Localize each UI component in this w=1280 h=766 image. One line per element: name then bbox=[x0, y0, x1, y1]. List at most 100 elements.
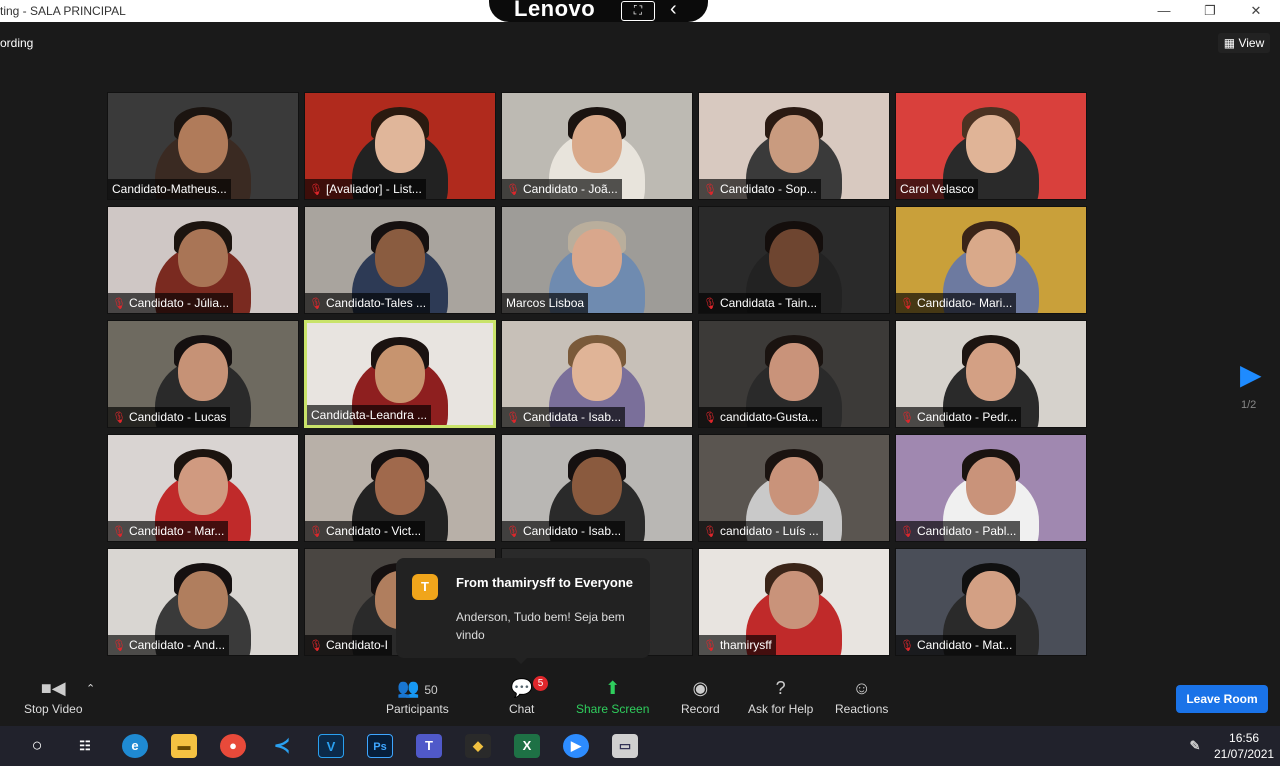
video-tile[interactable]: Marcos Lisboa bbox=[501, 206, 693, 314]
muted-mic-icon: 🎙 bbox=[703, 526, 717, 538]
video-tile[interactable]: 🎙 Candidato - Joã... bbox=[501, 92, 693, 200]
participant-name: thamirysff bbox=[719, 638, 772, 652]
system-clock[interactable]: 16:56 21/07/2021 bbox=[1214, 730, 1274, 762]
video-tile[interactable]: 🎙 [Avaliador] - List... bbox=[304, 92, 496, 200]
participant-name-label: Carol Velasco bbox=[896, 179, 979, 199]
git-icon[interactable]: ◆ bbox=[465, 734, 491, 758]
v-app-icon[interactable]: V bbox=[318, 734, 344, 758]
teams-icon[interactable]: T bbox=[416, 734, 442, 758]
cortana-icon[interactable]: ○ bbox=[24, 734, 50, 758]
vscode-icon[interactable]: ≺ bbox=[269, 734, 295, 758]
video-tile[interactable]: 🎙 Candidato - Pedr... bbox=[895, 320, 1087, 428]
pen-icon[interactable]: ✎ bbox=[1182, 734, 1208, 758]
participant-face bbox=[769, 229, 819, 287]
ask-for-help-button[interactable]: ? Ask for Help bbox=[748, 678, 813, 716]
record-button[interactable]: ◉ Record bbox=[681, 678, 720, 716]
video-tile[interactable]: 🎙 Candidato - Sop... bbox=[698, 92, 890, 200]
view-button[interactable]: ▦ View bbox=[1218, 33, 1270, 53]
close-button[interactable]: ✕ bbox=[1233, 0, 1279, 22]
participant-name-label: 🎙 Candidato - Lucas bbox=[108, 407, 231, 427]
muted-mic-icon: 🎙 bbox=[900, 526, 914, 538]
video-tile[interactable]: 🎙 Candidato - Isab... bbox=[501, 434, 693, 542]
muted-mic-icon: 🎙 bbox=[309, 184, 323, 196]
chat-button[interactable]: 💬 5 Chat bbox=[509, 676, 548, 716]
video-tile[interactable]: 🎙 Candidato- Mari... bbox=[895, 206, 1087, 314]
chevron-left-icon[interactable]: ‹ bbox=[670, 0, 677, 21]
muted-mic-icon: 🎙 bbox=[309, 298, 323, 310]
participant-face bbox=[572, 115, 622, 173]
photoshop-icon[interactable]: Ps bbox=[367, 734, 393, 758]
video-tile[interactable]: Carol Velasco bbox=[895, 92, 1087, 200]
restore-button[interactable]: ❐ bbox=[1187, 0, 1233, 22]
participant-name: Marcos Lisboa bbox=[506, 296, 585, 310]
chrome-icon[interactable]: ● bbox=[220, 734, 246, 758]
participant-name-label: 🎙 Candidato - Mar... bbox=[108, 521, 229, 541]
video-tile[interactable]: 🎙 candidato - Luís ... bbox=[698, 434, 890, 542]
video-tile[interactable]: 🎙 Candidato - Mat... bbox=[895, 548, 1087, 656]
participants-button[interactable]: 👥 50 Participants bbox=[386, 678, 449, 716]
reactions-label: Reactions bbox=[835, 702, 889, 716]
muted-mic-icon: 🎙 bbox=[112, 412, 126, 424]
participant-face bbox=[769, 457, 819, 515]
sender-avatar: T bbox=[412, 574, 438, 600]
chevron-up-icon: ⌃ bbox=[86, 683, 96, 695]
participant-name-label: 🎙 Candidato - Pedr... bbox=[896, 407, 1022, 427]
record-label: Record bbox=[681, 702, 720, 716]
video-tile[interactable]: 🎙 Candidato - And... bbox=[107, 548, 299, 656]
video-tile[interactable]: 🎙 Candidata - Isab... bbox=[501, 320, 693, 428]
excel-icon[interactable]: X bbox=[514, 734, 540, 758]
file-explorer-icon[interactable]: ▬ bbox=[171, 734, 197, 758]
share-overlay-icon[interactable]: ⛶ bbox=[621, 1, 655, 21]
minimize-button[interactable]: — bbox=[1141, 0, 1187, 22]
video-tile[interactable]: 🎙 Candidato - Pabl... bbox=[895, 434, 1087, 542]
participant-name: Candidato - Joã... bbox=[522, 182, 618, 196]
video-tile[interactable]: 🎙 Candidata - Tain... bbox=[698, 206, 890, 314]
ask-for-help-label: Ask for Help bbox=[748, 702, 814, 716]
participant-name-label: 🎙 Candidata - Isab... bbox=[502, 407, 626, 427]
video-tile[interactable]: 🎙 thamirysff bbox=[698, 548, 890, 656]
video-tile[interactable]: 🎙 Candidato-Tales ... bbox=[304, 206, 496, 314]
reactions-button[interactable]: ☺ Reactions bbox=[835, 678, 888, 716]
participant-face bbox=[178, 571, 228, 629]
participants-icon: 👥 50 bbox=[396, 678, 438, 698]
stop-video-button[interactable]: ■◀ Stop Video bbox=[24, 678, 83, 716]
stop-video-label: Stop Video bbox=[24, 702, 83, 716]
chat-notification[interactable]: T From thamirysff to Everyone Anderson, … bbox=[396, 558, 650, 664]
participant-face bbox=[769, 343, 819, 401]
clock-date: 21/07/2021 bbox=[1214, 747, 1275, 761]
participant-name: Candidato-Tales ... bbox=[325, 296, 427, 310]
page-indicator: 1/2 bbox=[1241, 399, 1257, 411]
video-tile[interactable]: Candidata-Leandra ... bbox=[304, 320, 496, 428]
participant-name: Candidato - Vict... bbox=[325, 524, 422, 538]
participant-name: Candidata-Leandra ... bbox=[311, 408, 428, 422]
next-page-arrow-icon[interactable]: ▶ bbox=[1240, 358, 1262, 391]
participant-name-label: 🎙 Candidato-Tales ... bbox=[305, 293, 431, 313]
lenovo-logo: Lenovo bbox=[514, 0, 596, 21]
participant-name-label: 🎙 Candidato - Mat... bbox=[896, 635, 1017, 655]
edge-icon[interactable]: e bbox=[122, 734, 148, 758]
video-tile[interactable]: 🎙 Candidato - Lucas bbox=[107, 320, 299, 428]
remote-desktop-icon[interactable]: ▭ bbox=[612, 734, 638, 758]
zoom-icon[interactable]: ▶ bbox=[563, 734, 589, 758]
muted-mic-icon: 🎙 bbox=[309, 640, 323, 652]
chat-bubble-icon: 💬 bbox=[510, 678, 533, 698]
video-tile[interactable]: 🎙 Candidato - Mar... bbox=[107, 434, 299, 542]
leave-room-button[interactable]: Leave Room bbox=[1176, 685, 1268, 713]
video-tile[interactable]: 🎙 Candidato - Júlia... bbox=[107, 206, 299, 314]
participant-name-label: 🎙 Candidato - Isab... bbox=[502, 521, 626, 541]
share-screen-label: Share Screen bbox=[576, 702, 650, 716]
muted-mic-icon: 🎙 bbox=[112, 298, 126, 310]
participant-face bbox=[966, 571, 1016, 629]
participant-face bbox=[375, 115, 425, 173]
share-screen-button[interactable]: ⬆ Share Screen bbox=[576, 678, 649, 716]
chat-unread-badge: 5 bbox=[533, 676, 548, 691]
video-tile[interactable]: Candidato-Matheus... bbox=[107, 92, 299, 200]
video-options-caret[interactable]: ⌃ bbox=[86, 682, 95, 695]
participant-face bbox=[375, 345, 425, 403]
participant-face bbox=[178, 343, 228, 401]
video-tile[interactable]: 🎙 Candidato - Vict... bbox=[304, 434, 496, 542]
task-view-icon[interactable]: ☷ bbox=[72, 734, 98, 758]
chat-label: Chat bbox=[509, 702, 535, 716]
video-tile[interactable]: 🎙 candidato-Gusta... bbox=[698, 320, 890, 428]
window-title: ting - SALA PRINCIPAL bbox=[0, 4, 126, 18]
